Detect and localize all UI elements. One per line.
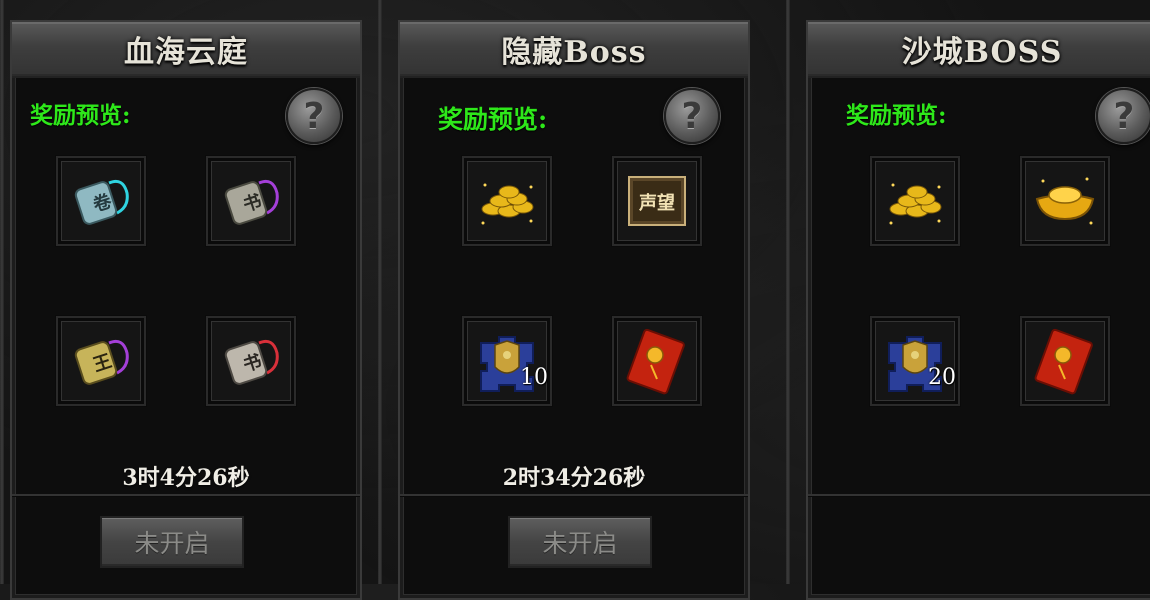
red-envelope-icon bbox=[626, 328, 685, 395]
reward-preview-label: 奖励预览: bbox=[846, 102, 947, 129]
panel-title: 沙城BOSS bbox=[901, 35, 1063, 70]
gold-token-icon: 王 bbox=[74, 339, 129, 385]
reward-preview-label: 奖励预览: bbox=[30, 102, 131, 129]
item-count: 10 bbox=[520, 365, 548, 390]
panel-title: 隐藏Boss bbox=[501, 35, 647, 70]
purple-token-icon: 书 bbox=[224, 179, 279, 225]
enter-button[interactable]: 未开启 bbox=[508, 516, 652, 568]
reward-slot[interactable]: 10 bbox=[462, 316, 552, 406]
help-button[interactable]: ? bbox=[664, 88, 720, 144]
frame-divider bbox=[786, 0, 790, 584]
panel-title: 血海云庭 bbox=[124, 35, 248, 70]
help-button[interactable]: ? bbox=[1096, 88, 1150, 144]
red-token-icon: 书 bbox=[224, 339, 279, 385]
reward-slot[interactable] bbox=[612, 316, 702, 406]
frame-divider bbox=[378, 0, 382, 584]
panel-header: 血海云庭 bbox=[12, 22, 360, 78]
reward-slot[interactable]: 声望 bbox=[612, 156, 702, 246]
reward-slot[interactable] bbox=[1020, 156, 1110, 246]
countdown-timer: 3时4分26秒 bbox=[122, 465, 250, 491]
gold-coins-icon bbox=[889, 183, 942, 225]
reward-slot[interactable]: 20 bbox=[870, 316, 960, 406]
reward-preview-label: 奖励预览: bbox=[438, 105, 548, 134]
reward-slot[interactable] bbox=[1020, 316, 1110, 406]
event-panel-xuehai: 血海云庭 奖励预览: ? 卷 书 王 书 3时4分26秒 未开启 bbox=[10, 20, 362, 600]
reputation-scroll-icon: 声望 bbox=[628, 176, 686, 226]
red-envelope-icon bbox=[1034, 328, 1093, 395]
help-button[interactable]: ? bbox=[286, 88, 342, 144]
event-panel-hidden-boss: 隐藏Boss 奖励预览: ? 声望 10 2时34分26秒 未开启 bbox=[398, 20, 750, 600]
item-count: 20 bbox=[928, 365, 956, 390]
panel-header: 沙城BOSS bbox=[808, 22, 1150, 78]
enter-button[interactable]: 未开启 bbox=[100, 516, 244, 568]
panel-divider bbox=[12, 494, 360, 496]
reward-slot[interactable]: 书 bbox=[206, 156, 296, 246]
panel-divider bbox=[808, 494, 1150, 496]
countdown-timer: 2时34分26秒 bbox=[502, 465, 646, 491]
event-panel-shacheng-boss: 沙城BOSS 奖励预览: ? 20 bbox=[806, 20, 1150, 600]
reward-slot[interactable] bbox=[462, 156, 552, 246]
reputation-text: 声望 bbox=[638, 192, 675, 214]
reward-slot[interactable] bbox=[870, 156, 960, 246]
panel-divider bbox=[400, 494, 748, 496]
gold-coins-icon bbox=[481, 183, 534, 225]
gold-ingot-icon bbox=[1035, 177, 1095, 225]
reward-slot[interactable]: 王 bbox=[56, 316, 146, 406]
reward-slot[interactable]: 卷 bbox=[56, 156, 146, 246]
cyan-token-icon: 卷 bbox=[74, 179, 129, 225]
reward-slot[interactable]: 书 bbox=[206, 316, 296, 406]
frame-divider bbox=[0, 0, 4, 584]
panel-header: 隐藏Boss bbox=[400, 22, 748, 78]
